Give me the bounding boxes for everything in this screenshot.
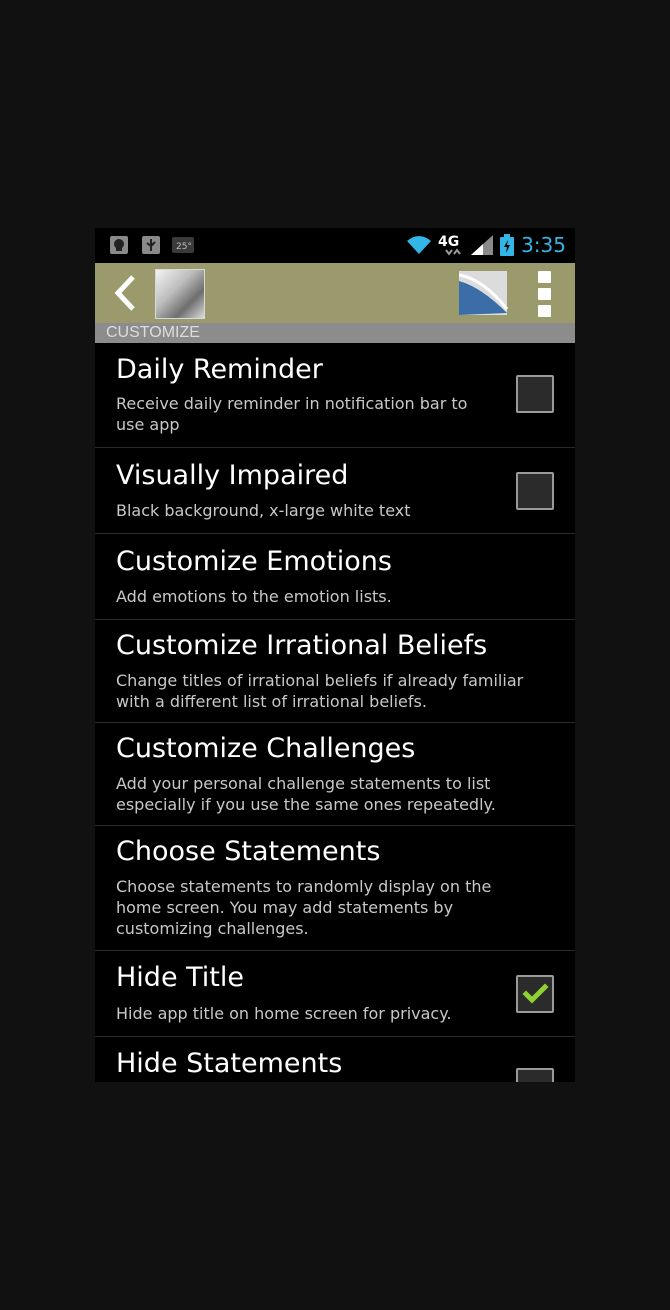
- clock: 3:35: [521, 233, 566, 257]
- section-header: CUSTOMIZE: [95, 323, 575, 343]
- pref-title: Choose Statements: [116, 836, 381, 867]
- network-label: 4G: [438, 234, 459, 250]
- android-notification-icon: [110, 236, 128, 258]
- pref-summary: Add your personal challenge statements t…: [116, 774, 496, 814]
- pref-title: Customize Irrational Beliefs: [116, 630, 488, 661]
- pref-title: Customize Challenges: [116, 733, 416, 764]
- pref-choose-statements[interactable]: Choose Statements Choose statements to r…: [95, 826, 575, 951]
- pref-summary: Change titles of irrational beliefs if a…: [116, 671, 524, 711]
- pref-customize-emotions[interactable]: Customize Emotions Add emotions to the e…: [95, 534, 575, 620]
- daily-reminder-checkbox[interactable]: [516, 375, 554, 413]
- pref-summary: Black background, x-large white text: [116, 501, 411, 520]
- pref-customize-irrational-beliefs[interactable]: Customize Irrational Beliefs Change titl…: [95, 620, 575, 723]
- hide-title-checkbox[interactable]: [516, 975, 554, 1013]
- weather-icon: 25°: [172, 237, 194, 257]
- pref-summary: Add emotions to the emotion lists.: [116, 587, 392, 606]
- pref-title: Visually Impaired: [116, 460, 349, 491]
- pref-title: Hide Statements: [116, 1048, 343, 1079]
- hide-statements-checkbox[interactable]: [516, 1068, 554, 1082]
- pref-hide-statements[interactable]: Hide Statements: [95, 1037, 575, 1082]
- overflow-menu-icon[interactable]: [535, 269, 555, 319]
- 4g-lte-icon: 4G: [438, 232, 468, 262]
- pref-summary: Receive daily reminder in notification b…: [116, 394, 468, 434]
- pref-title: Customize Emotions: [116, 546, 392, 577]
- pref-daily-reminder[interactable]: Daily Reminder Receive daily reminder in…: [95, 343, 575, 448]
- action-bar: [95, 263, 575, 323]
- pref-hide-title[interactable]: Hide Title Hide app title on home screen…: [95, 951, 575, 1037]
- temp-badge: 25°: [176, 242, 192, 252]
- pref-title: Daily Reminder: [116, 354, 323, 385]
- checkmark-icon: [522, 983, 549, 1004]
- preference-list: Daily Reminder Receive daily reminder in…: [95, 343, 575, 1082]
- status-bar: 25° 4G 3:35: [95, 228, 575, 263]
- pref-summary: Hide app title on home screen for privac…: [116, 1004, 452, 1023]
- wifi-icon: [405, 234, 433, 260]
- phone-screen: 25° 4G 3:35 CUSTOMIZE Daily Reminder Rec…: [95, 228, 575, 1082]
- pref-title: Hide Title: [116, 962, 244, 993]
- signal-icon: [471, 235, 493, 259]
- usb-icon: [142, 236, 160, 258]
- pref-summary: Choose statements to randomly display on…: [116, 877, 492, 938]
- pref-customize-challenges[interactable]: Customize Challenges Add your personal c…: [95, 723, 575, 826]
- visually-impaired-checkbox[interactable]: [516, 472, 554, 510]
- battery-charging-icon: [500, 234, 514, 260]
- pref-visually-impaired[interactable]: Visually Impaired Black background, x-la…: [95, 448, 575, 534]
- chart-icon[interactable]: [458, 271, 511, 317]
- chevron-left-icon[interactable]: [111, 275, 141, 311]
- app-icon[interactable]: [155, 269, 205, 319]
